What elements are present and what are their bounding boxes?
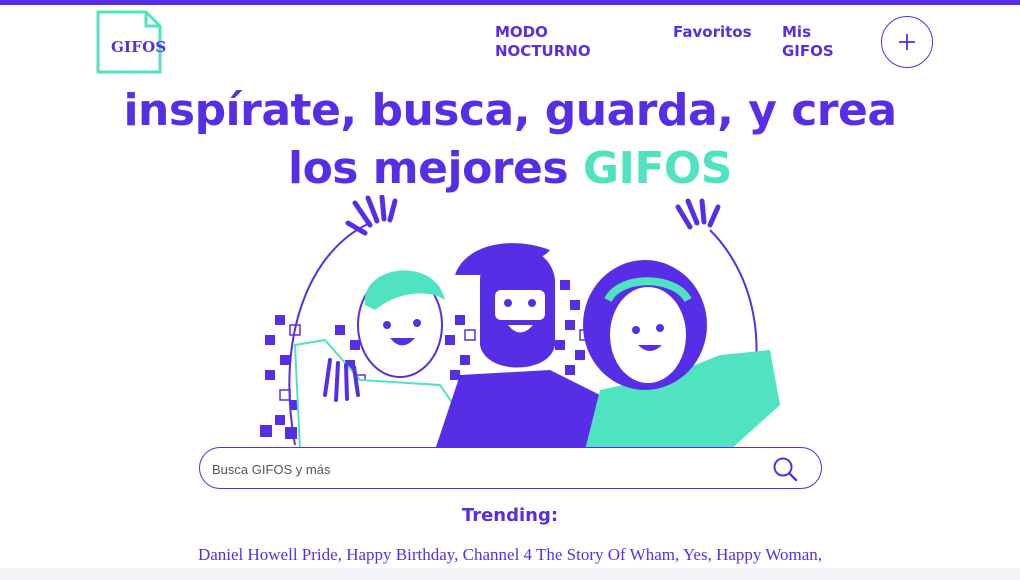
nav-my-gifos-link[interactable]: Mis GIFOS (782, 23, 842, 61)
hero-illustration (260, 195, 780, 450)
hero-title: inspírate, busca, guarda, y crea los mej… (0, 82, 1020, 198)
trending-list: Daniel Howell Pride, Happy Birthday, Cha… (197, 545, 823, 564)
search-icon[interactable] (772, 456, 798, 482)
create-gifo-button[interactable] (881, 16, 933, 68)
search-bar (199, 447, 822, 489)
trending-item[interactable]: Daniel Howell Pride (198, 545, 338, 564)
hero-line-1: inspírate, busca, guarda, y crea (123, 85, 897, 136)
trending-item[interactable]: Yes (683, 545, 708, 564)
trending-item[interactable]: Happy Birthday (346, 545, 454, 564)
trending-title: Trending: (461, 505, 559, 526)
hero-accent-word: GIFOS (582, 143, 733, 194)
trending-item[interactable]: Channel 4 The Story Of Wham (463, 545, 675, 564)
nav-favorites-link[interactable]: Favoritos (673, 23, 752, 42)
page-bottom-strip (0, 568, 1020, 580)
logo-text: GIFOS (111, 38, 167, 56)
hero-line-2-prefix: los mejores (287, 143, 583, 194)
hero-line-2: los mejores GIFOS (0, 140, 1020, 198)
search-input[interactable] (210, 458, 754, 480)
nav-night-mode-link[interactable]: MODO NOCTURNO (495, 23, 605, 61)
top-accent-bar (0, 0, 1020, 5)
trending-item[interactable]: Happy Woman (716, 545, 818, 564)
plus-icon (899, 34, 915, 50)
